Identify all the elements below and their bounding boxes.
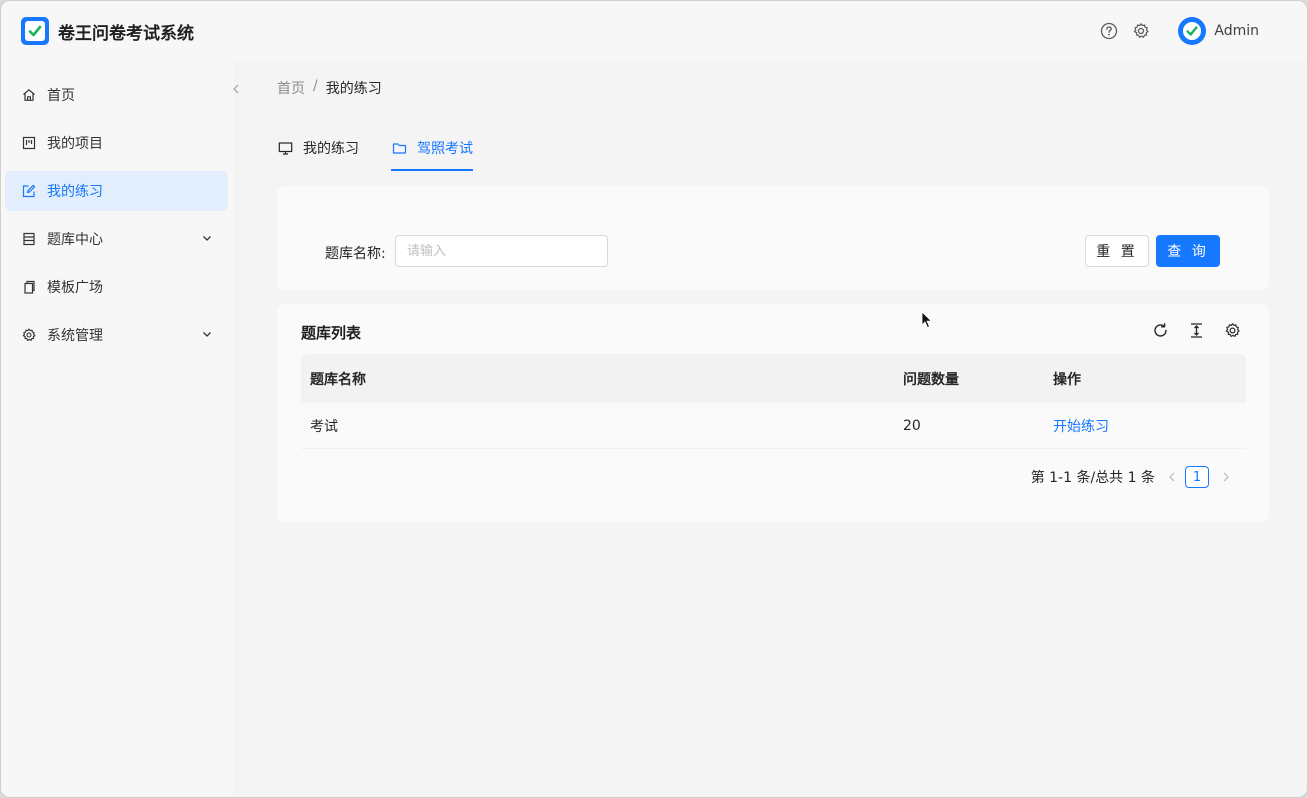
column-header-bank-name[interactable]: 题库名称 (301, 369, 894, 389)
breadcrumb-home-link[interactable]: 首页 (277, 78, 305, 98)
sidebar-collapse-chevron-left-icon[interactable] (229, 81, 243, 97)
header-actions: Admin (1086, 1, 1259, 61)
avatar (1178, 17, 1207, 45)
reset-button[interactable]: 重 置 (1085, 235, 1149, 267)
table-title: 题库列表 (301, 324, 362, 342)
app-title: 卷王问卷考试系统 (58, 23, 194, 44)
next-page-chevron-right-icon[interactable] (1215, 466, 1237, 488)
column-header-actions: 操作 (1053, 371, 1081, 388)
sidebar-item-my-projects[interactable]: 我的项目 (5, 123, 228, 163)
folder-icon (391, 140, 407, 156)
bank-name-input[interactable] (395, 235, 608, 267)
help-icon[interactable] (1100, 22, 1118, 40)
table-toolbar (1133, 321, 1241, 339)
table-row: 考试 20 开始练习 (301, 403, 1246, 449)
edit-icon (21, 183, 37, 199)
practice-tabs: 我的练习 驾照考试 (277, 129, 505, 171)
sidebar: 首页 我的项目 我的练习 题库中心 模板广场 系统管理 (1, 61, 234, 797)
sidebar-item-label: 系统管理 (47, 328, 103, 344)
pagination-summary: 第 1-1 条/总共 1 条 (1030, 470, 1155, 486)
sidebar-item-label: 题库中心 (47, 232, 103, 248)
copy-icon (21, 279, 37, 295)
table-settings-gear-icon[interactable] (1223, 321, 1241, 339)
tab-label: 驾照考试 (417, 141, 473, 157)
database-list-icon (21, 231, 37, 247)
column-header-question-count[interactable]: 问题数量 (894, 369, 1044, 389)
sidebar-item-system-management[interactable]: 系统管理 (5, 315, 228, 355)
sidebar-item-label: 我的项目 (47, 136, 103, 152)
settings-gear-icon[interactable] (1132, 22, 1150, 40)
start-practice-link[interactable]: 开始练习 (1053, 419, 1109, 435)
query-button[interactable]: 查 询 (1156, 235, 1220, 267)
user-name: Admin (1214, 23, 1259, 39)
bank-name-label: 题库名称: (325, 246, 386, 262)
breadcrumb-current: 我的练习 (325, 81, 382, 97)
mouse-pointer-icon (921, 311, 933, 329)
sidebar-item-templates[interactable]: 模板广场 (5, 267, 228, 307)
tab-label: 我的练习 (303, 141, 359, 157)
sidebar-item-label: 首页 (47, 88, 75, 104)
breadcrumb: 首页 / 我的练习 (277, 78, 382, 98)
question-bank-table: 题库名称 问题数量 操作 考试 20 开始练习 (301, 354, 1246, 449)
chevron-down-icon (200, 327, 214, 341)
home-icon (21, 87, 37, 103)
table-header-row: 题库名称 问题数量 操作 (301, 354, 1246, 403)
reload-icon[interactable] (1151, 321, 1169, 339)
user-menu[interactable]: Admin (1178, 17, 1259, 45)
column-height-icon[interactable] (1187, 321, 1205, 339)
breadcrumb-separator: / (313, 78, 318, 94)
search-form-card: 题库名称: 重 置 查 询 (277, 186, 1269, 290)
cell-question-count: 20 (903, 417, 921, 434)
desktop-icon (277, 140, 293, 156)
chevron-down-icon (200, 231, 214, 245)
top-header: 卷王问卷考试系统 Admin (1, 1, 1307, 61)
tab-driving-exam[interactable]: 驾照考试 (391, 129, 473, 171)
sidebar-item-label: 模板广场 (47, 280, 103, 296)
sidebar-item-my-practice[interactable]: 我的练习 (5, 171, 228, 211)
app-logo[interactable]: 卷王问卷考试系统 (21, 17, 194, 45)
app-window: 卷王问卷考试系统 Admin 首页 我的项目 我的练习 题库中心 模板广场 系统… (0, 0, 1308, 798)
sidebar-item-question-bank[interactable]: 题库中心 (5, 219, 228, 259)
sidebar-item-home[interactable]: 首页 (5, 75, 228, 115)
tab-my-practice[interactable]: 我的练习 (277, 129, 359, 167)
page-number-button[interactable]: 1 (1185, 466, 1209, 488)
sidebar-menu: 首页 我的项目 我的练习 题库中心 模板广场 系统管理 (1, 61, 234, 355)
pagination: 第 1-1 条/总共 1 条 1 (1031, 466, 1237, 488)
cell-bank-name: 考试 (310, 418, 338, 435)
question-bank-table-card: 题库列表 题库名称 问题数量 操作 考试 20 开始练习 第 1-1 条/总共 … (277, 304, 1269, 522)
project-board-icon (21, 135, 37, 151)
checkbox-logo-icon (21, 17, 49, 45)
gear-icon (21, 327, 37, 343)
prev-page-chevron-left-icon[interactable] (1161, 466, 1183, 488)
sidebar-item-label: 我的练习 (47, 184, 103, 200)
